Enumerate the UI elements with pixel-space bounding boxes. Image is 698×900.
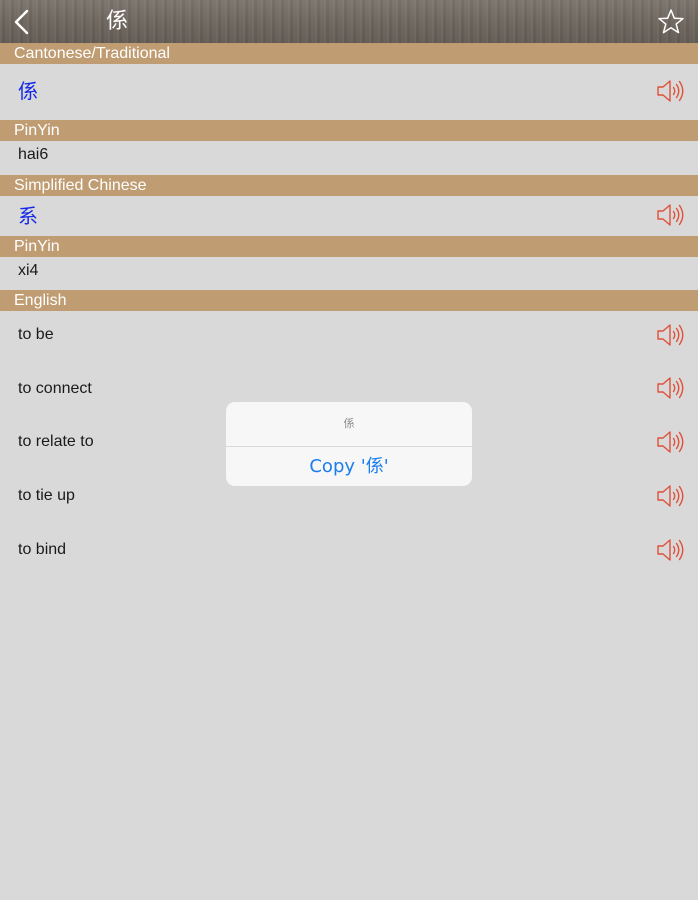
back-chevron-icon[interactable] bbox=[10, 9, 34, 35]
speaker-icon[interactable] bbox=[655, 321, 685, 349]
pinyin-value: hai6 bbox=[18, 146, 49, 163]
copy-button[interactable]: Copy '係' bbox=[226, 447, 472, 486]
speaker-icon[interactable] bbox=[655, 428, 685, 456]
section-header-simplified: Simplified Chinese bbox=[0, 175, 698, 196]
english-meaning: to be bbox=[18, 326, 54, 343]
english-meaning: to tie up bbox=[18, 487, 75, 504]
speaker-icon[interactable] bbox=[655, 201, 685, 229]
simplified-character: 系 bbox=[18, 204, 38, 228]
section-header-pinyin: PinYin bbox=[0, 236, 698, 257]
english-meaning: to relate to bbox=[18, 433, 94, 450]
speaker-icon[interactable] bbox=[655, 77, 685, 105]
speaker-icon[interactable] bbox=[655, 536, 685, 564]
section-header-english: English bbox=[0, 290, 698, 311]
copy-action-sheet: 係 Copy '係' bbox=[226, 402, 472, 486]
section-header-cantonese: Cantonese/Traditional bbox=[0, 43, 698, 64]
section-header-pinyin: PinYin bbox=[0, 120, 698, 141]
speaker-icon[interactable] bbox=[655, 374, 685, 402]
traditional-character: 係 bbox=[18, 79, 38, 103]
english-meaning: to connect bbox=[18, 380, 92, 397]
action-sheet-title: 係 bbox=[343, 417, 355, 430]
speaker-icon[interactable] bbox=[655, 482, 685, 510]
navigation-bar: 係 bbox=[0, 0, 698, 43]
pinyin-value: xi4 bbox=[18, 262, 39, 279]
page-title: 係 bbox=[106, 9, 129, 34]
english-meaning: to bind bbox=[18, 541, 67, 558]
star-icon[interactable] bbox=[657, 8, 685, 36]
